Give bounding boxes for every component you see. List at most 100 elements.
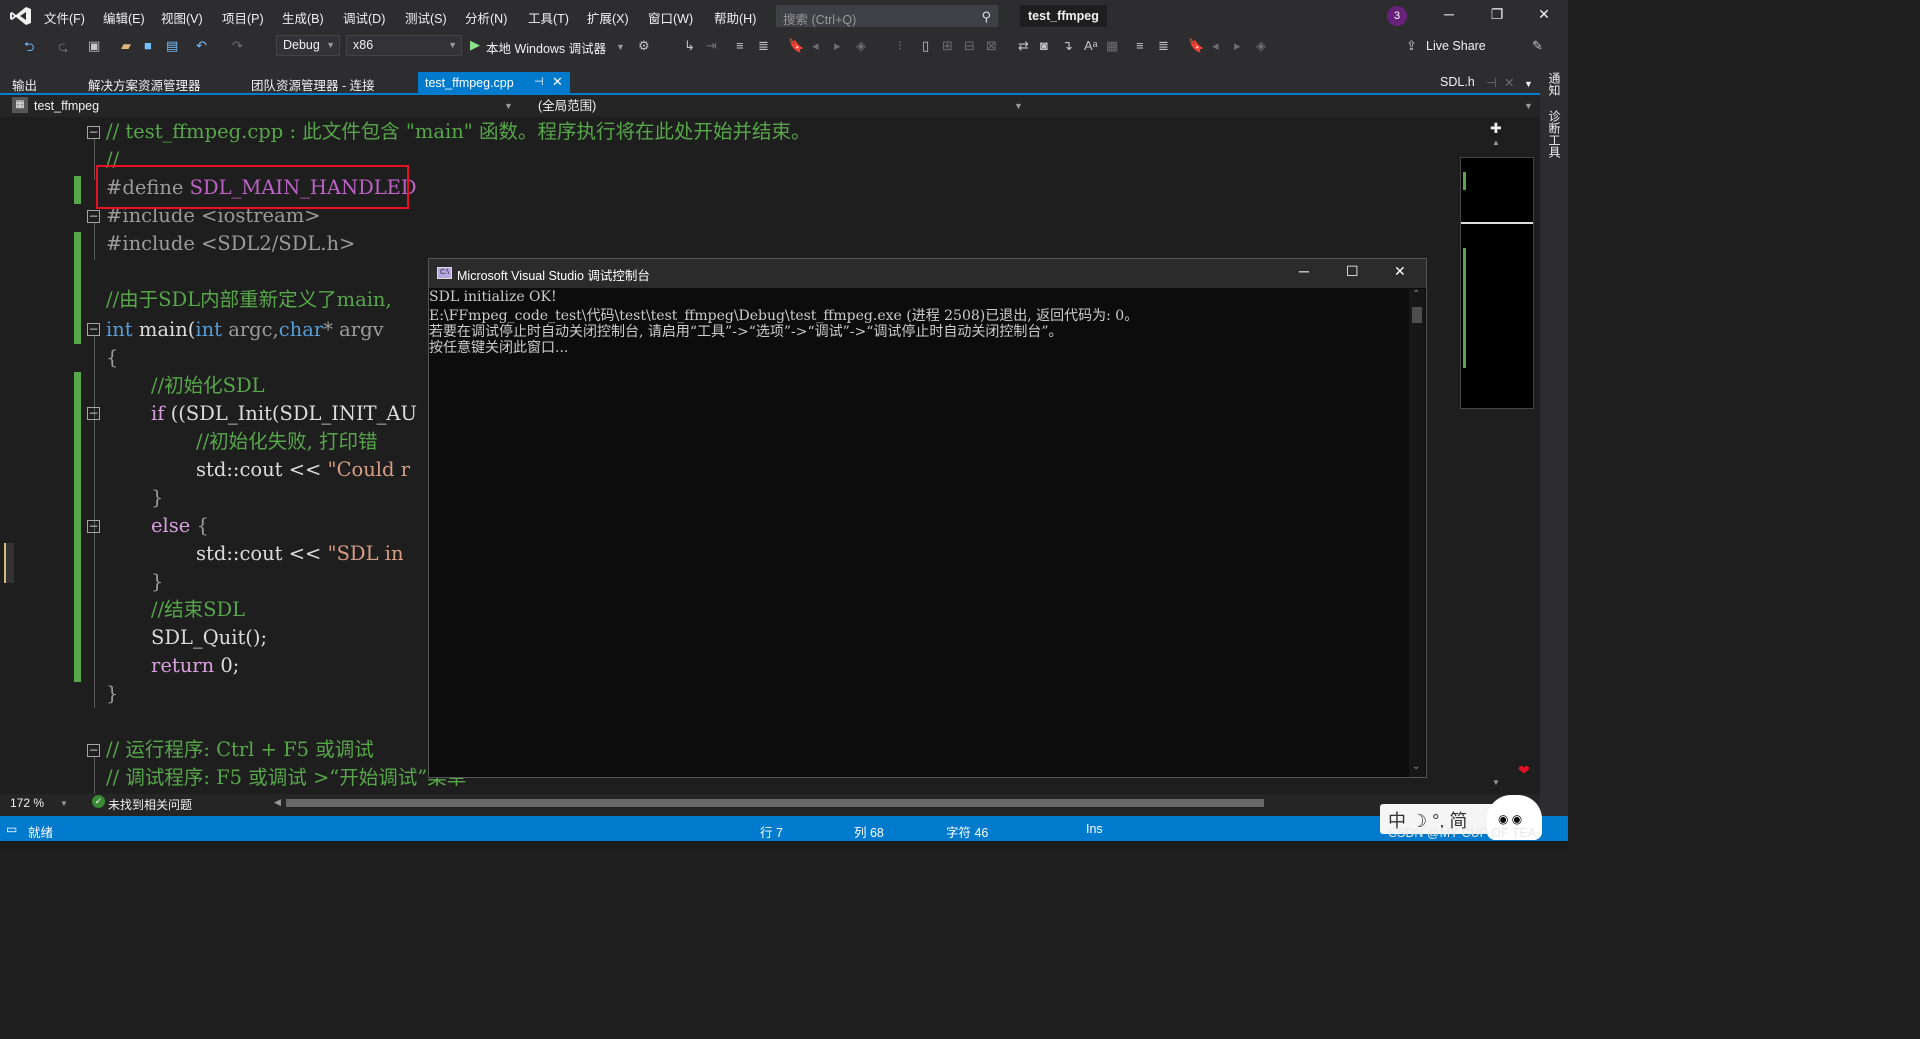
tab-team-explorer[interactable]: 团队资源管理器 - 连接: [251, 75, 375, 94]
menu-build[interactable]: 生成(B): [282, 8, 324, 27]
scroll-thumb[interactable]: [1412, 307, 1422, 323]
menu-analyze[interactable]: 分析(N): [465, 8, 507, 27]
bookmark-prev-icon[interactable]: ◂: [1212, 38, 1219, 54]
live-share-button[interactable]: Live Share: [1426, 39, 1486, 53]
feedback-icon[interactable]: ✎: [1532, 38, 1543, 54]
collapse-icon[interactable]: −: [87, 744, 100, 757]
align-right-icon[interactable]: ≣: [1158, 38, 1169, 54]
project-dropdown[interactable]: test_ffmpeg: [34, 96, 99, 116]
align-left-icon[interactable]: ≡: [1136, 38, 1144, 53]
collapse-icon[interactable]: −: [87, 520, 100, 533]
horizontal-scrollbar[interactable]: [286, 799, 1264, 807]
start-debugging-button[interactable]: 本地 Windows 调试器: [486, 38, 606, 57]
menu-tools[interactable]: 工具(T): [528, 8, 569, 27]
scroll-up-icon[interactable]: ▲: [1492, 138, 1500, 147]
platform-select[interactable]: x86 ▼: [346, 35, 462, 56]
tab-sdl-h[interactable]: SDL.h: [1440, 75, 1475, 89]
console-scrollbar[interactable]: ⌃ ⌄: [1409, 289, 1425, 777]
step-icon[interactable]: ↳: [684, 38, 695, 54]
configuration-select[interactable]: Debug ▼: [276, 35, 340, 56]
tab-solution-explorer[interactable]: 解决方案资源管理器: [88, 75, 201, 94]
console-titlebar[interactable]: C:\ Microsoft Visual Studio 调试控制台 ─ ☐ ✕: [429, 259, 1426, 288]
camera-icon[interactable]: ◙: [1040, 38, 1048, 53]
indent-icon[interactable]: ≡: [736, 38, 744, 53]
pin-icon[interactable]: ⊣: [1486, 75, 1497, 90]
undo-icon[interactable]: ↶: [196, 38, 207, 54]
collapse-icon[interactable]: −: [87, 323, 100, 336]
grid-icon[interactable]: ⊠: [986, 38, 997, 54]
status-column[interactable]: 列 68: [854, 822, 884, 841]
clear-bookmarks-icon[interactable]: ◈: [856, 38, 866, 54]
status-line[interactable]: 行 7: [760, 822, 783, 841]
scroll-left-icon[interactable]: ◀: [274, 797, 281, 808]
save-all-icon[interactable]: ▤: [166, 38, 178, 54]
comment-icon[interactable]: ⁝: [898, 38, 902, 54]
minimize-icon[interactable]: ─: [1439, 6, 1459, 22]
notifications-panel-tab[interactable]: 通知: [1546, 72, 1563, 96]
collapse-icon[interactable]: −: [87, 210, 100, 223]
open-folder-icon[interactable]: ▰: [121, 38, 131, 54]
run-icon[interactable]: ▶: [470, 37, 480, 53]
bookmark-toggle-icon[interactable]: 🔖: [1188, 38, 1204, 54]
close-tab-icon[interactable]: ✕: [552, 74, 563, 90]
chevron-down-icon[interactable]: ▼: [1524, 79, 1533, 89]
status-insert-mode[interactable]: Ins: [1086, 822, 1103, 836]
chevron-down-icon[interactable]: ▼: [60, 799, 68, 808]
step-into-icon[interactable]: ↴: [1062, 38, 1073, 54]
hierarchy-icon[interactable]: ⊞: [942, 38, 953, 54]
document-icon[interactable]: ▯: [922, 38, 929, 54]
new-project-icon[interactable]: ▣: [88, 38, 100, 54]
tab-output[interactable]: 输出: [12, 75, 37, 94]
minimize-icon[interactable]: ─: [1299, 263, 1309, 279]
menu-extensions[interactable]: 扩展(X): [587, 8, 629, 27]
diagnostics-panel-tab[interactable]: 诊断工具: [1546, 110, 1563, 158]
attach-process-icon[interactable]: ⚙: [638, 38, 650, 54]
split-icon[interactable]: ✚: [1490, 120, 1502, 137]
menu-window[interactable]: 窗口(W): [648, 8, 693, 27]
scroll-down-icon[interactable]: ⌄: [1412, 761, 1420, 772]
pin-icon[interactable]: ⊣: [534, 75, 544, 88]
next-bookmark-icon[interactable]: ▸: [834, 38, 841, 54]
scroll-down-icon[interactable]: ▼: [1492, 778, 1500, 787]
bookmark-next-icon[interactable]: ▸: [1234, 38, 1241, 54]
menu-project[interactable]: 项目(P): [222, 8, 264, 27]
chevron-down-icon[interactable]: ▼: [616, 42, 625, 52]
outdent-icon[interactable]: ≣: [758, 38, 769, 54]
back-icon[interactable]: ⮌: [24, 38, 34, 60]
tree-icon[interactable]: ⊟: [964, 38, 975, 54]
forward-icon[interactable]: ⮎: [58, 38, 68, 60]
status-char[interactable]: 字符 46: [946, 822, 988, 841]
bookmark-clear-icon[interactable]: ◈: [1256, 38, 1266, 54]
chevron-down-icon[interactable]: ▼: [1524, 96, 1533, 116]
menu-file[interactable]: 文件(F): [44, 8, 85, 27]
zoom-level[interactable]: 172 %: [10, 796, 44, 810]
bookmark-icon[interactable]: 🔖: [788, 38, 804, 54]
collapse-icon[interactable]: −: [87, 407, 100, 420]
debug-console-window[interactable]: C:\ Microsoft Visual Studio 调试控制台 ─ ☐ ✕ …: [428, 258, 1427, 778]
minimap-viewport[interactable]: [1460, 157, 1534, 409]
tab-test-ffmpeg-cpp[interactable]: test_ffmpeg.cpp ⊣ ✕: [418, 72, 570, 94]
close-tab-icon[interactable]: ✕: [1504, 75, 1514, 90]
prev-bookmark-icon[interactable]: ◂: [812, 38, 819, 54]
layout-icon[interactable]: ▦: [1106, 38, 1118, 54]
step-over-icon[interactable]: ⇥: [706, 38, 717, 54]
menu-help[interactable]: 帮助(H): [714, 8, 756, 27]
issues-status[interactable]: 未找到相关问题: [108, 796, 192, 813]
chevron-down-icon[interactable]: ▼: [504, 96, 513, 116]
redo-icon[interactable]: ↷: [232, 38, 243, 54]
close-icon[interactable]: ✕: [1394, 263, 1406, 280]
text-size-icon[interactable]: Aᵃ: [1084, 38, 1098, 53]
share-icon[interactable]: ⇪: [1406, 38, 1417, 54]
menu-test[interactable]: 测试(S): [405, 8, 447, 27]
search-input[interactable]: 搜索 (Ctrl+Q) ⚲: [776, 5, 998, 27]
menu-view[interactable]: 视图(V): [161, 8, 203, 27]
restore-icon[interactable]: ❐: [1487, 6, 1507, 23]
menu-edit[interactable]: 编辑(E): [103, 8, 145, 27]
maximize-icon[interactable]: ☐: [1346, 263, 1359, 280]
format-icon[interactable]: ⇄: [1018, 38, 1029, 54]
collapse-icon[interactable]: −: [87, 126, 100, 139]
scope-dropdown[interactable]: (全局范围): [538, 96, 596, 116]
chevron-down-icon[interactable]: ▼: [1014, 96, 1023, 116]
search-icon[interactable]: ⚲: [981, 9, 991, 25]
save-icon[interactable]: ■: [144, 38, 152, 53]
